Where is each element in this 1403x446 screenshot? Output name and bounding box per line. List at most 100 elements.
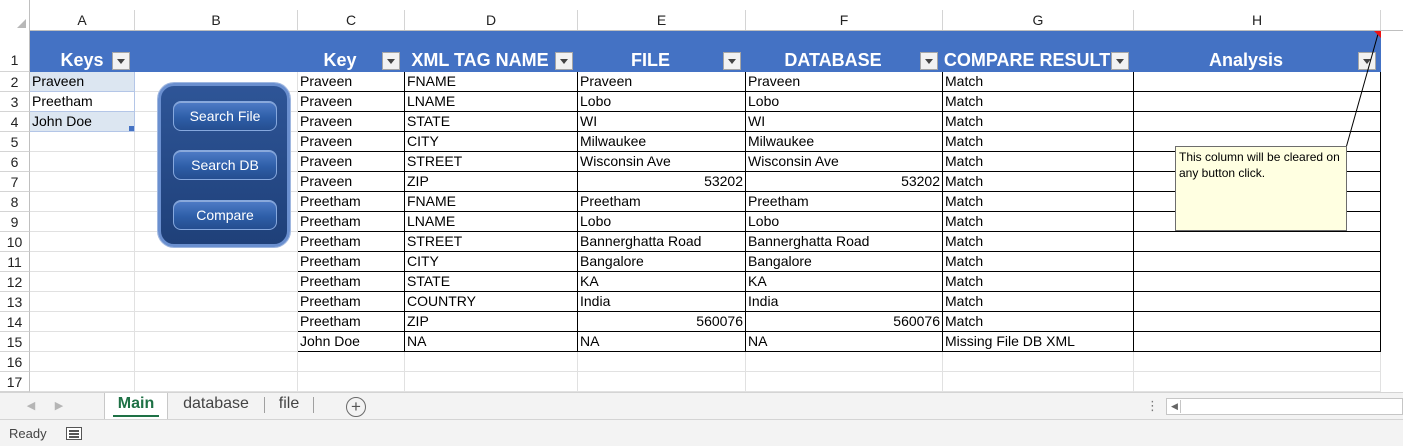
- table-cell[interactable]: Lobo: [578, 92, 746, 112]
- compare-button[interactable]: Compare: [173, 200, 277, 230]
- spreadsheet-grid[interactable]: A B C D E F G H 1 2 3 4 5 6 7 8 9 10 11 12 13 14 15 16 1…: [0, 0, 1403, 392]
- table-cell[interactable]: Praveen: [298, 92, 405, 112]
- table-cell[interactable]: NA: [405, 332, 578, 352]
- table-cell[interactable]: Lobo: [578, 212, 746, 232]
- table-cell[interactable]: India: [578, 292, 746, 312]
- row-header[interactable]: 7: [0, 172, 30, 192]
- row-header[interactable]: 10: [0, 232, 30, 252]
- table-cell[interactable]: Match: [943, 172, 1134, 192]
- table-cell[interactable]: STREET: [405, 152, 578, 172]
- empty-cell[interactable]: [30, 332, 135, 352]
- empty-cell[interactable]: [30, 352, 135, 372]
- table-cell[interactable]: Milwaukee: [578, 132, 746, 152]
- filter-dropdown-icon[interactable]: [723, 52, 741, 70]
- row-header[interactable]: 8: [0, 192, 30, 212]
- empty-cell[interactable]: [30, 292, 135, 312]
- row-header[interactable]: 15: [0, 332, 30, 352]
- table-cell[interactable]: Match: [943, 92, 1134, 112]
- table-cell[interactable]: [1134, 312, 1381, 332]
- table-cell[interactable]: Match: [943, 112, 1134, 132]
- table-cell[interactable]: Preetham: [298, 212, 405, 232]
- table-cell[interactable]: Match: [943, 312, 1134, 332]
- table-resize-handle[interactable]: [129, 126, 134, 131]
- column-header-d[interactable]: D: [405, 10, 578, 30]
- table-cell[interactable]: India: [746, 292, 943, 312]
- row-header[interactable]: 13: [0, 292, 30, 312]
- empty-cell[interactable]: [30, 132, 135, 152]
- table-cell[interactable]: Preetham: [578, 192, 746, 212]
- filter-dropdown-icon[interactable]: [1358, 52, 1376, 70]
- table-cell[interactable]: 53202: [746, 172, 943, 192]
- table-cell[interactable]: Milwaukee: [746, 132, 943, 152]
- table-cell[interactable]: [1134, 72, 1381, 92]
- empty-cell[interactable]: [578, 352, 746, 372]
- table-cell[interactable]: Preetham: [298, 272, 405, 292]
- search-file-button[interactable]: Search File: [173, 101, 277, 131]
- empty-cell[interactable]: [578, 372, 746, 392]
- horizontal-scrollbar[interactable]: ◀: [1166, 398, 1403, 415]
- table-cell[interactable]: Preetham: [298, 252, 405, 272]
- sheet-tab-main[interactable]: Main: [104, 393, 168, 419]
- column-header-h[interactable]: H: [1134, 10, 1381, 30]
- table-cell[interactable]: Bannerghatta Road: [578, 232, 746, 252]
- row-header[interactable]: 2: [0, 72, 30, 92]
- page-layout-icon[interactable]: [66, 427, 82, 440]
- filter-dropdown-icon[interactable]: [555, 52, 573, 70]
- empty-cell[interactable]: [135, 372, 298, 392]
- row-header[interactable]: 6: [0, 152, 30, 172]
- column-header-f[interactable]: F: [746, 10, 943, 30]
- table-cell[interactable]: Preetham: [298, 232, 405, 252]
- table-cell[interactable]: FNAME: [405, 192, 578, 212]
- empty-cell[interactable]: [30, 272, 135, 292]
- table-cell[interactable]: [1134, 232, 1381, 252]
- column-header-e[interactable]: E: [578, 10, 746, 30]
- table-cell[interactable]: Bangalore: [746, 252, 943, 272]
- table-cell[interactable]: KA: [746, 272, 943, 292]
- column-header-b[interactable]: B: [135, 10, 298, 30]
- table-cell[interactable]: CITY: [405, 132, 578, 152]
- scroll-tabs-right-icon[interactable]: ▶: [54, 400, 64, 412]
- table-cell[interactable]: STATE: [405, 272, 578, 292]
- empty-cell[interactable]: [135, 352, 298, 372]
- search-db-button[interactable]: Search DB: [173, 150, 277, 180]
- table-cell[interactable]: Preetham: [298, 192, 405, 212]
- scroll-tabs-left-icon[interactable]: ◀: [26, 400, 36, 412]
- table-cell[interactable]: 560076: [746, 312, 943, 332]
- empty-cell[interactable]: [746, 352, 943, 372]
- empty-cell[interactable]: [405, 372, 578, 392]
- table-cell[interactable]: [1134, 252, 1381, 272]
- empty-cell[interactable]: [135, 292, 298, 312]
- scroll-left-arrow-icon[interactable]: ◀: [1169, 400, 1181, 413]
- empty-cell[interactable]: [30, 312, 135, 332]
- column-header-g[interactable]: G: [943, 10, 1134, 30]
- table-cell[interactable]: Match: [943, 192, 1134, 212]
- table-cell[interactable]: Match: [943, 132, 1134, 152]
- table-cell[interactable]: Praveen: [298, 172, 405, 192]
- table-cell[interactable]: CITY: [405, 252, 578, 272]
- empty-cell[interactable]: [135, 332, 298, 352]
- table-cell[interactable]: [1134, 272, 1381, 292]
- empty-cell[interactable]: [30, 232, 135, 252]
- empty-cell[interactable]: [30, 192, 135, 212]
- table-cell[interactable]: WI: [578, 112, 746, 132]
- empty-cell[interactable]: [135, 252, 298, 272]
- table-cell[interactable]: Missing File DB XML: [943, 332, 1134, 352]
- sheet-tab-database[interactable]: database: [172, 393, 260, 419]
- empty-cell[interactable]: [1134, 372, 1381, 392]
- empty-cell[interactable]: [135, 312, 298, 332]
- empty-cell[interactable]: [405, 352, 578, 372]
- empty-cell[interactable]: [30, 252, 135, 272]
- empty-cell[interactable]: [30, 212, 135, 232]
- add-sheet-plus-icon[interactable]: +: [346, 397, 366, 417]
- keys-cell[interactable]: Praveen: [30, 72, 135, 92]
- table-cell[interactable]: Bannerghatta Road: [746, 232, 943, 252]
- table-cell[interactable]: Match: [943, 292, 1134, 312]
- table-cell[interactable]: LNAME: [405, 92, 578, 112]
- table-cell[interactable]: COUNTRY: [405, 292, 578, 312]
- table-cell[interactable]: Praveen: [578, 72, 746, 92]
- filter-dropdown-icon[interactable]: [382, 52, 400, 70]
- table-cell[interactable]: Match: [943, 152, 1134, 172]
- table-cell[interactable]: STREET: [405, 232, 578, 252]
- row-header[interactable]: 4: [0, 112, 30, 132]
- table-cell[interactable]: Praveen: [298, 112, 405, 132]
